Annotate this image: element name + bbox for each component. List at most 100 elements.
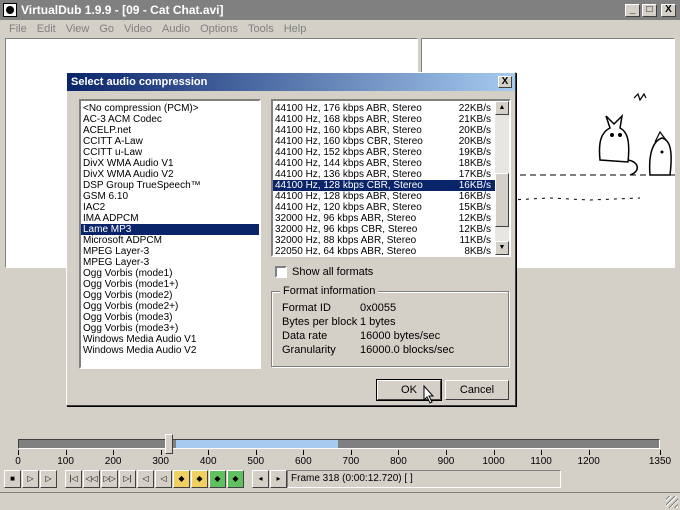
app-icon[interactable] bbox=[3, 3, 17, 17]
format-row[interactable]: 44100 Hz, 120 kbps ABR, Stereo 15KB/s bbox=[273, 202, 495, 213]
codec-item[interactable]: ACELP.net bbox=[81, 125, 259, 136]
info-value: 16000 bytes/sec bbox=[360, 330, 441, 342]
codec-item[interactable]: Windows Media Audio V2 bbox=[81, 345, 259, 356]
dialog-close-button[interactable]: X bbox=[498, 76, 512, 88]
mark-selection-start-icon[interactable]: ◂ bbox=[252, 470, 269, 488]
codec-list[interactable]: <No compression (PCM)> AC-3 ACM Codec AC… bbox=[79, 99, 261, 369]
scroll-up-icon[interactable]: ▲ bbox=[495, 101, 509, 115]
format-row[interactable]: 44100 Hz, 160 kbps CBR, Stereo 20KB/s bbox=[273, 136, 495, 147]
timeline-ruler: 0 100 200 300 400 500 600 700 800 900 1000 1100 1200… bbox=[15, 450, 671, 470]
menu-edit[interactable]: Edit bbox=[32, 23, 61, 35]
format-row-selected[interactable]: 44100 Hz, 128 kbps CBR, Stereo 16KB/s bbox=[273, 180, 495, 191]
format-row[interactable]: 32000 Hz, 88 kbps ABR, Stereo 11KB/s bbox=[273, 235, 495, 246]
format-list-scrollbar[interactable]: ▲ ▼ bbox=[495, 101, 509, 255]
stop-icon[interactable]: ■ bbox=[4, 470, 21, 488]
codec-item[interactable]: DSP Group TrueSpeech™ bbox=[81, 180, 259, 191]
timeline-track[interactable] bbox=[18, 439, 660, 449]
next-keyframe-icon[interactable]: ▷▷ bbox=[101, 470, 118, 488]
maximize-button[interactable]: □ bbox=[642, 3, 657, 17]
info-row-granularity: Granularity 16000.0 blocks/sec bbox=[282, 344, 454, 356]
scene-back-icon[interactable]: ◁ bbox=[137, 470, 154, 488]
timeline-tick bbox=[660, 450, 661, 455]
format-rate: 16KB/s bbox=[458, 191, 491, 202]
codec-item[interactable]: AC-3 ACM Codec bbox=[81, 114, 259, 125]
format-name: 32000 Hz, 96 kbps ABR, Stereo bbox=[275, 213, 417, 224]
codec-item[interactable]: Ogg Vorbis (mode3) bbox=[81, 312, 259, 323]
format-row[interactable]: 44100 Hz, 176 kbps ABR, Stereo 22KB/s bbox=[273, 103, 495, 114]
info-row-data-rate: Data rate 16000 bytes/sec bbox=[282, 330, 440, 342]
show-all-formats-row[interactable]: Show all formats bbox=[275, 266, 373, 278]
codec-item-selected[interactable]: Lame MP3 bbox=[81, 224, 259, 235]
timeline-tick-label: 500 bbox=[247, 456, 265, 467]
scene-forward-icon[interactable]: ◁ bbox=[155, 470, 172, 488]
codec-item[interactable]: <No compression (PCM)> bbox=[81, 103, 259, 114]
mark-in-icon[interactable]: ◆ bbox=[173, 470, 190, 488]
codec-item[interactable]: MPEG Layer-3 bbox=[81, 246, 259, 257]
mark-out-icon[interactable]: ◆ bbox=[191, 470, 208, 488]
format-row[interactable]: 32000 Hz, 96 kbps CBR, Stereo 12KB/s bbox=[273, 224, 495, 235]
timeline-tick-label: 900 bbox=[437, 456, 455, 467]
codec-item[interactable]: GSM 6.10 bbox=[81, 191, 259, 202]
codec-item[interactable]: CCITT u-Law bbox=[81, 147, 259, 158]
format-rate: 15KB/s bbox=[458, 202, 491, 213]
codec-item[interactable]: IAC2 bbox=[81, 202, 259, 213]
format-row[interactable]: 44100 Hz, 160 kbps ABR, Stereo 20KB/s bbox=[273, 125, 495, 136]
timeline-tick-label: 1200 bbox=[577, 456, 600, 467]
menu-video[interactable]: Video bbox=[119, 23, 157, 35]
codec-item[interactable]: Ogg Vorbis (mode2) bbox=[81, 290, 259, 301]
codec-item[interactable]: MPEG Layer-3 bbox=[81, 257, 259, 268]
timeline-tick-label: 0 bbox=[15, 456, 21, 467]
codec-item[interactable]: Ogg Vorbis (mode1) bbox=[81, 268, 259, 279]
format-name: 32000 Hz, 88 kbps ABR, Stereo bbox=[275, 235, 417, 246]
format-name: 44100 Hz, 120 kbps ABR, Stereo bbox=[275, 202, 422, 213]
play-output-icon[interactable]: ▷ bbox=[40, 470, 57, 488]
menu-view[interactable]: View bbox=[61, 23, 95, 35]
menu-help[interactable]: Help bbox=[279, 23, 312, 35]
timeline-tick-label: 400 bbox=[199, 456, 217, 467]
menu-audio[interactable]: Audio bbox=[157, 23, 195, 35]
codec-item[interactable]: Microsoft ADPCM bbox=[81, 235, 259, 246]
format-row[interactable]: 44100 Hz, 144 kbps ABR, Stereo 18KB/s bbox=[273, 158, 495, 169]
menu-options[interactable]: Options bbox=[195, 23, 243, 35]
mark-selection-end-icon[interactable]: ▸ bbox=[270, 470, 287, 488]
set-mark-out-icon[interactable]: ◆ bbox=[227, 470, 244, 488]
codec-item[interactable]: Ogg Vorbis (mode2+) bbox=[81, 301, 259, 312]
close-button[interactable]: X bbox=[661, 3, 676, 17]
codec-item[interactable]: Ogg Vorbis (mode3+) bbox=[81, 323, 259, 334]
minimize-button[interactable]: _ bbox=[625, 3, 640, 17]
timeline-tick-label: 800 bbox=[390, 456, 407, 467]
format-row[interactable]: 44100 Hz, 152 kbps ABR, Stereo 19KB/s bbox=[273, 147, 495, 158]
scroll-down-icon[interactable]: ▼ bbox=[495, 241, 509, 255]
go-end-icon[interactable]: ▷| bbox=[119, 470, 136, 488]
format-rate: 22KB/s bbox=[458, 103, 491, 114]
set-mark-in-icon[interactable]: ◆ bbox=[209, 470, 226, 488]
prev-keyframe-icon[interactable]: ◁◁ bbox=[83, 470, 100, 488]
cancel-button[interactable]: Cancel bbox=[445, 380, 509, 400]
format-row[interactable]: 44100 Hz, 168 kbps ABR, Stereo 21KB/s bbox=[273, 114, 495, 125]
timeline-tick-label: 700 bbox=[342, 456, 360, 467]
resize-grip-icon[interactable] bbox=[666, 496, 678, 508]
codec-item[interactable]: IMA ADPCM bbox=[81, 213, 259, 224]
format-row[interactable]: 44100 Hz, 128 kbps ABR, Stereo 16KB/s bbox=[273, 191, 495, 202]
timeline-tick bbox=[18, 450, 19, 455]
menu-go[interactable]: Go bbox=[94, 23, 119, 35]
codec-item[interactable]: DivX WMA Audio V2 bbox=[81, 169, 259, 180]
go-start-icon[interactable]: |◁ bbox=[65, 470, 82, 488]
show-all-formats-checkbox[interactable] bbox=[275, 266, 287, 278]
format-row[interactable]: 44100 Hz, 136 kbps ABR, Stereo 17KB/s bbox=[273, 169, 495, 180]
format-name: 44100 Hz, 160 kbps ABR, Stereo bbox=[275, 125, 422, 136]
codec-item[interactable]: DivX WMA Audio V1 bbox=[81, 158, 259, 169]
codec-item[interactable]: Ogg Vorbis (mode1+) bbox=[81, 279, 259, 290]
codec-item[interactable]: Windows Media Audio V1 bbox=[81, 334, 259, 345]
timeline-tick-label: 200 bbox=[104, 456, 122, 467]
format-list[interactable]: 44100 Hz, 176 kbps ABR, Stereo 22KB/s 441… bbox=[271, 99, 511, 257]
format-row[interactable]: 32000 Hz, 96 kbps ABR, Stereo 12KB/s bbox=[273, 213, 495, 224]
play-input-icon[interactable]: ▷ bbox=[22, 470, 39, 488]
codec-item[interactable]: CCITT A-Law bbox=[81, 136, 259, 147]
timeline-tick bbox=[588, 450, 590, 455]
format-row[interactable]: 22050 Hz, 64 kbps ABR, Stereo 8KB/s bbox=[273, 246, 495, 255]
menu-file[interactable]: File bbox=[4, 23, 32, 35]
timeline-selection bbox=[175, 440, 338, 448]
menu-tools[interactable]: Tools bbox=[243, 23, 279, 35]
scroll-thumb[interactable] bbox=[495, 173, 509, 227]
